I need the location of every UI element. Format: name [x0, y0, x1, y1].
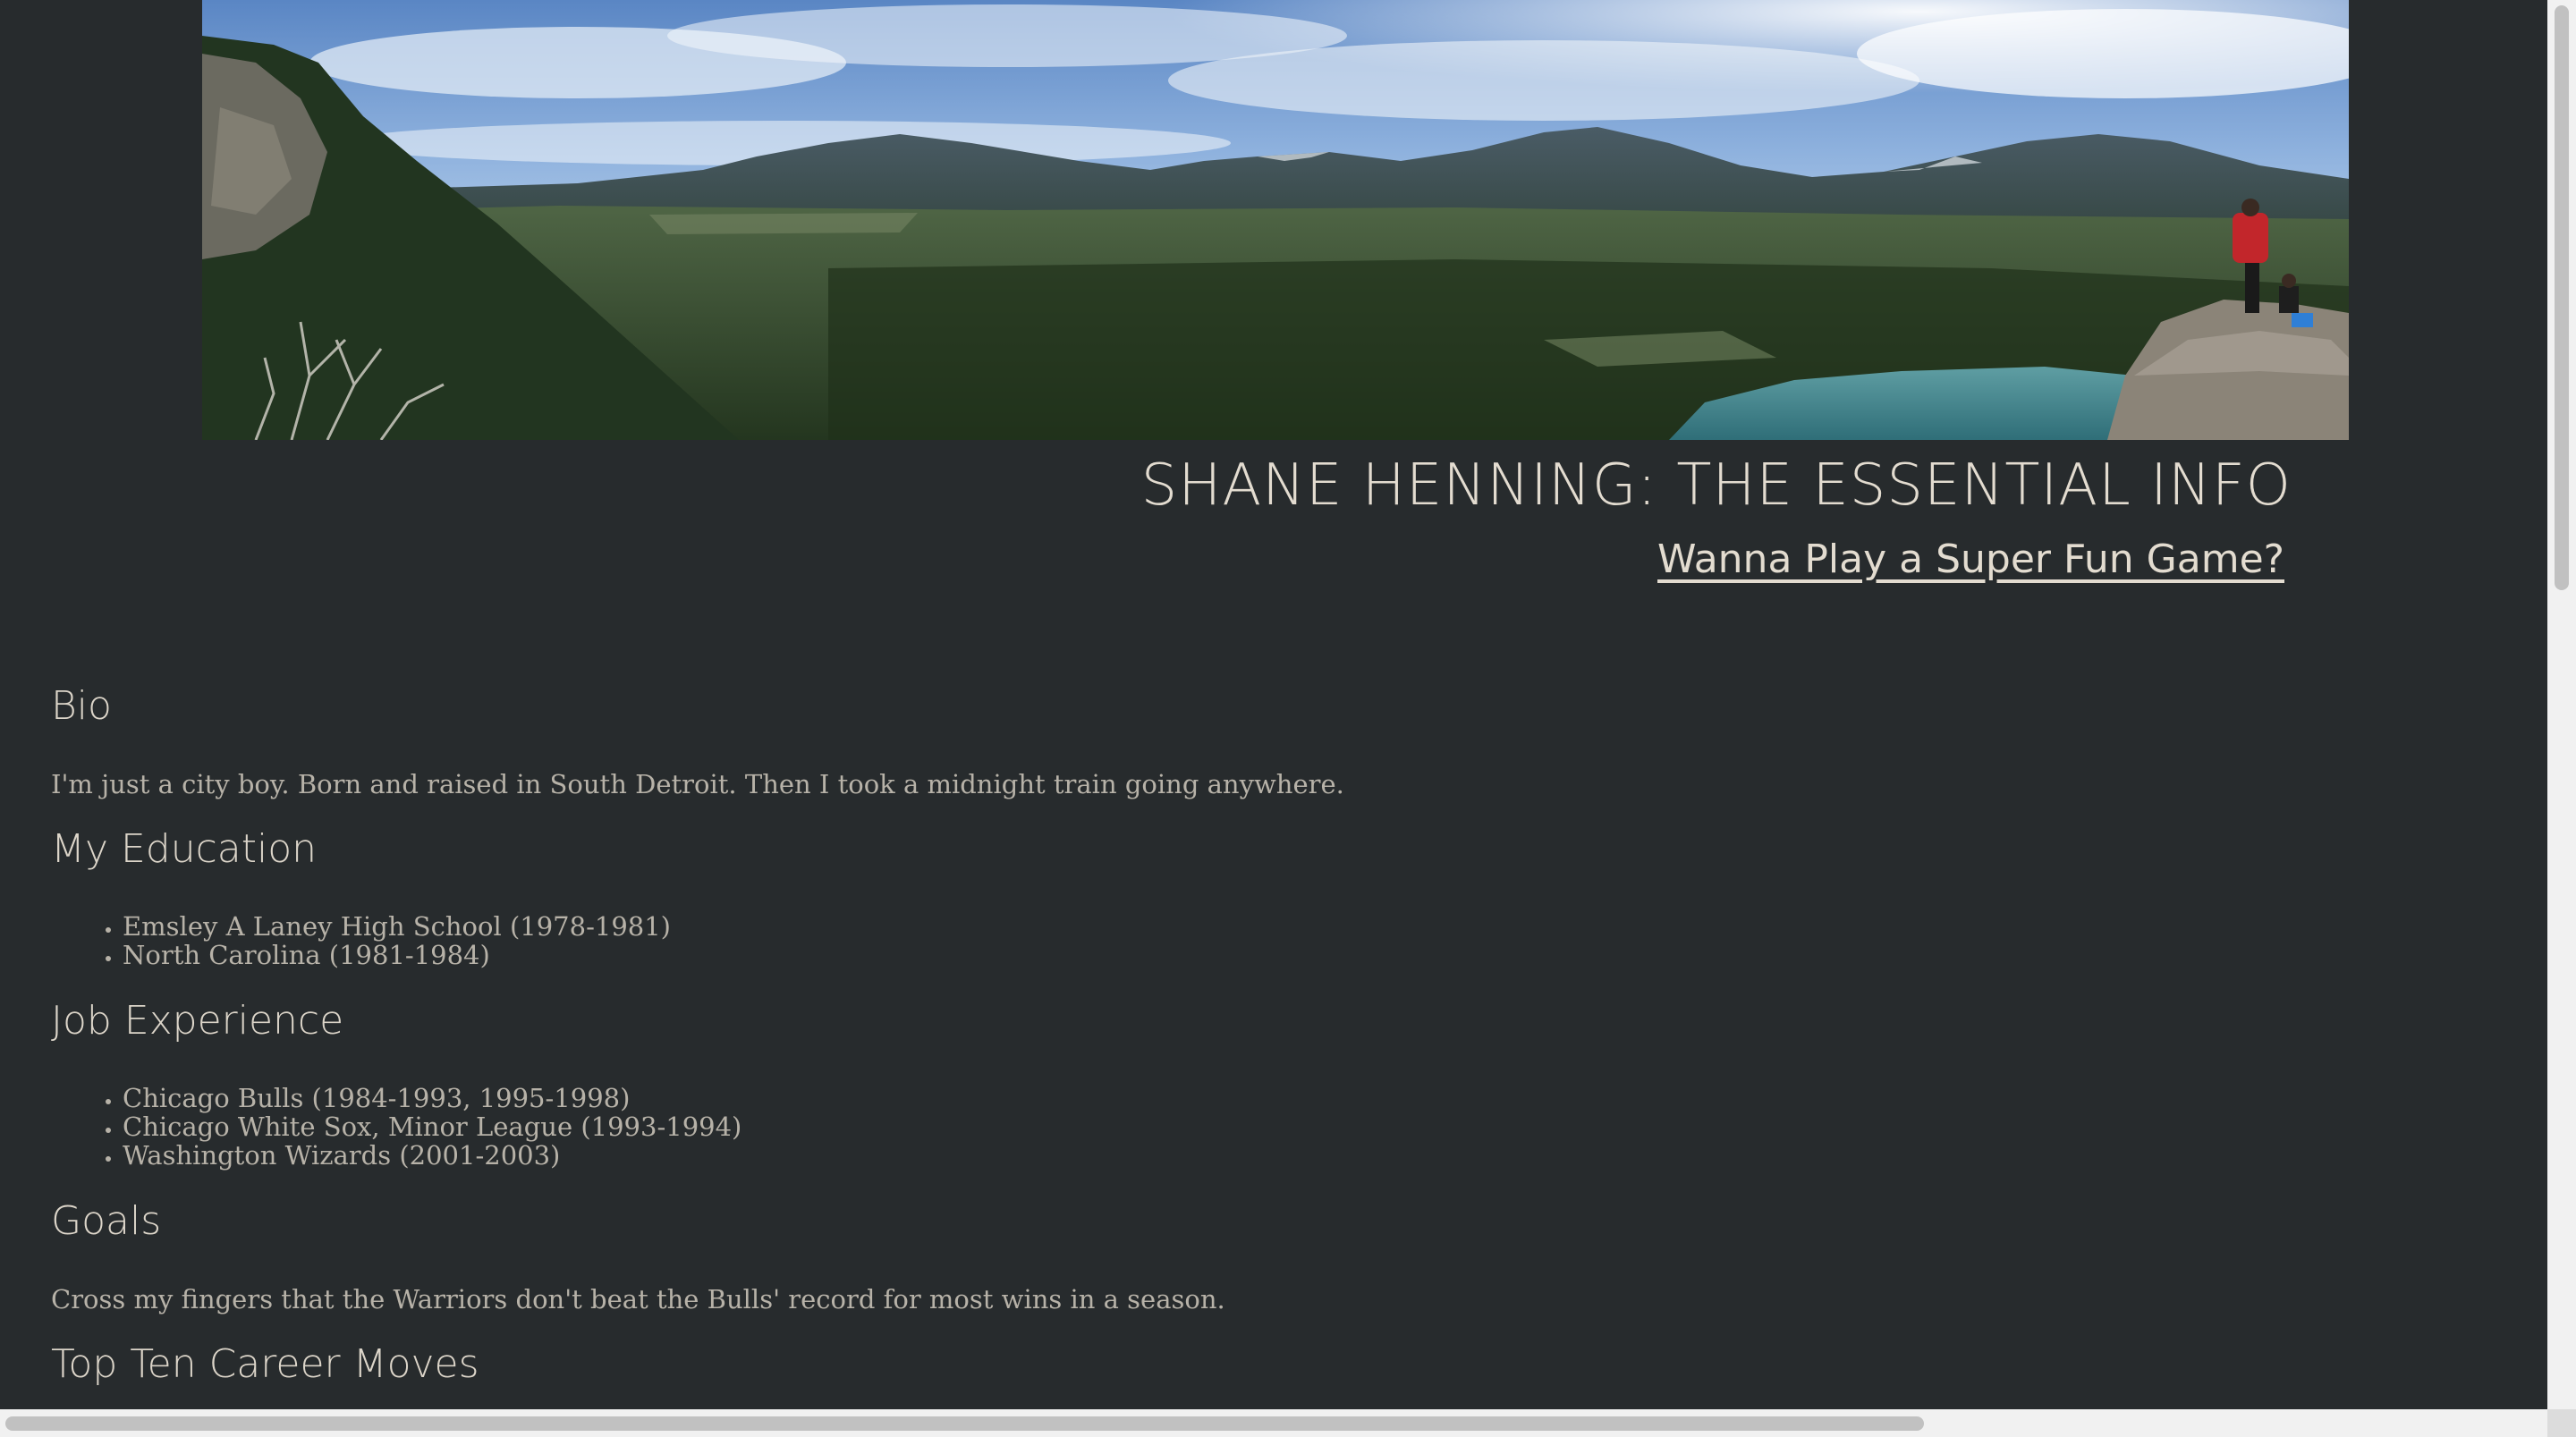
career-moves-heading: Top Ten Career Moves [51, 1341, 479, 1387]
list-item: Washington Wizards (2001-2003) [123, 1141, 741, 1170]
page-viewport: SHANE HENNING: THE ESSENTIAL INFO Wanna … [0, 0, 2547, 1409]
scrollbar-corner [2547, 1409, 2576, 1437]
list-item: Emsley A Laney High School (1978-1981) [123, 912, 671, 941]
horizontal-scrollbar-thumb[interactable] [5, 1416, 1924, 1431]
page-title: SHANE HENNING: THE ESSENTIAL INFO [1140, 452, 2292, 519]
super-fun-game-link[interactable]: Wanna Play a Super Fun Game? [1657, 537, 2284, 582]
banner-image [202, 0, 2349, 440]
goals-text: Cross my fingers that the Warriors don't… [51, 1284, 1225, 1314]
list-item: Chicago White Sox, Minor League (1993-19… [123, 1112, 741, 1141]
panorama-landscape-image [202, 0, 2349, 440]
education-list: Emsley A Laney High School (1978-1981) N… [51, 912, 671, 969]
bio-text: I'm just a city boy. Born and raised in … [51, 769, 1344, 799]
bio-heading: Bio [51, 683, 112, 729]
horizontal-scrollbar[interactable] [0, 1409, 2547, 1437]
job-experience-heading: Job Experience [51, 998, 344, 1044]
list-item: North Carolina (1981-1984) [123, 941, 671, 969]
vertical-scrollbar-thumb[interactable] [2555, 5, 2569, 590]
goals-heading: Goals [51, 1198, 162, 1244]
vertical-scrollbar[interactable] [2547, 0, 2576, 1409]
education-heading: My Education [51, 826, 318, 872]
job-experience-list: Chicago Bulls (1984-1993, 1995-1998) Chi… [51, 1084, 741, 1170]
list-item: Chicago Bulls (1984-1993, 1995-1998) [123, 1084, 741, 1112]
